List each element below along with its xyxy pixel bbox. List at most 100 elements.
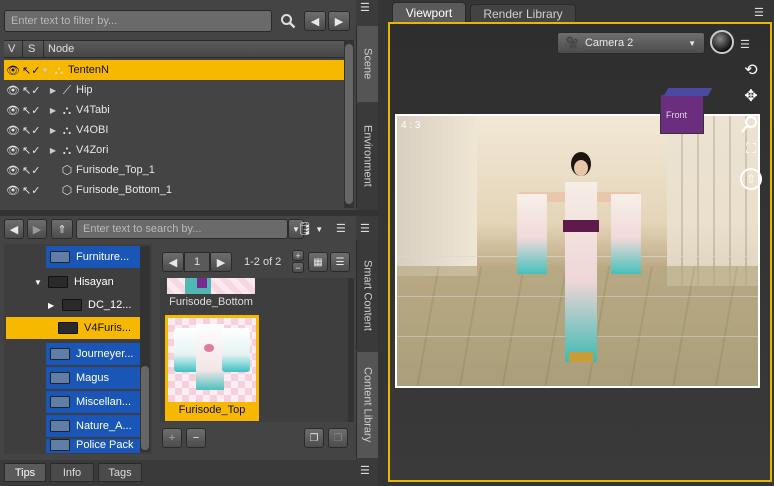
camera-icon: 🎥	[564, 36, 579, 50]
scene-filter-input[interactable]	[4, 10, 272, 32]
add-button[interactable]: +	[162, 428, 182, 448]
list-view-button[interactable]: ☰	[330, 252, 350, 272]
tab-scene[interactable]: Scene	[356, 26, 378, 102]
selectable-cursor-icon[interactable]: ↖✓	[22, 184, 40, 197]
expand-right-icon[interactable]: ▶	[48, 146, 58, 155]
expand-down-icon[interactable]: ▼	[34, 278, 44, 287]
page-number[interactable]: 1	[184, 252, 210, 272]
folder-furniture[interactable]: Furniture...	[46, 246, 140, 268]
scene-node-v4tabi[interactable]: 👁 ↖✓ ▶ ⛬ V4Tabi	[4, 100, 344, 120]
folder-magus[interactable]: Magus	[46, 367, 140, 389]
folder-police-pack[interactable]: Police Pack	[46, 439, 140, 453]
visibility-eye-icon[interactable]: 👁	[4, 144, 22, 157]
selectable-cursor-icon[interactable]: ↖✓	[22, 64, 40, 77]
scene-node-hip[interactable]: 👁 ↖✓ ▶ ⟋ Hip	[4, 80, 344, 100]
scene-scrollbar[interactable]	[344, 40, 354, 208]
content-items-scrollbar[interactable]	[348, 278, 354, 422]
folder-v4furisode[interactable]: V4Furis...	[6, 317, 140, 339]
expand-right-icon[interactable]: ▶	[48, 301, 58, 310]
expand-right-icon[interactable]: ▶	[48, 126, 58, 135]
draw-style-button[interactable]	[710, 30, 734, 54]
chevron-down-icon: ▼	[315, 224, 324, 234]
panel-menu-icon[interactable]: ☰	[360, 3, 374, 20]
arrow-left-icon: ◀	[310, 15, 320, 28]
expand-right-icon[interactable]: ▶	[48, 106, 58, 115]
expand-down-icon[interactable]: ▼	[40, 66, 50, 75]
selectable-cursor-icon[interactable]: ↖✓	[22, 104, 40, 117]
folder-dc12[interactable]: ▶ DC_12...	[48, 294, 140, 316]
tab-environment[interactable]: Environment	[356, 104, 378, 208]
scrollbar-thumb[interactable]	[345, 44, 353, 204]
folder-nature[interactable]: Nature_A...	[46, 415, 140, 437]
zoom-icon[interactable]	[740, 114, 762, 136]
visibility-eye-icon[interactable]: 👁	[4, 124, 22, 137]
grid-view-button[interactable]: ▦	[308, 252, 328, 272]
content-item-furisode-top[interactable]: Furisode_Top	[165, 315, 259, 421]
visibility-eye-icon[interactable]: 👁	[4, 164, 22, 177]
folder-tree-scrollbar[interactable]	[140, 246, 150, 452]
page-prev-button[interactable]: ◀	[162, 252, 184, 272]
content-item-furisode-bottom[interactable]: Furisode_Bottom	[166, 278, 256, 312]
panel-menu-icon[interactable]: ☰	[360, 222, 374, 236]
page-next-button[interactable]: ▶	[210, 252, 232, 272]
orbit-icon[interactable]: ⟲	[740, 60, 762, 82]
tab-smart-content[interactable]: Smart Content	[356, 240, 378, 350]
scene-node-tentenn[interactable]: 👁 ↖✓ ▼ ⛬ TentenN	[4, 60, 344, 80]
scene-search-button[interactable]	[276, 10, 300, 32]
scene-prev-button[interactable]: ◀	[304, 11, 326, 31]
visibility-eye-icon[interactable]: 👁	[4, 84, 22, 97]
visibility-eye-icon[interactable]: 👁	[4, 184, 22, 197]
tab-render-library[interactable]: Render Library	[470, 4, 576, 22]
paste-button[interactable]: ❐	[328, 428, 348, 448]
visibility-eye-icon[interactable]: 👁	[4, 104, 22, 117]
panel-menu-icon[interactable]: ☰	[754, 6, 768, 20]
expand-right-icon[interactable]: ▶	[48, 86, 58, 95]
folder-open-icon	[58, 322, 78, 334]
scene-node-v4obi[interactable]: 👁 ↖✓ ▶ ⛬ V4OBI	[4, 120, 344, 140]
tab-info[interactable]: Info	[50, 463, 94, 482]
panel-menu-icon[interactable]: ☰	[360, 464, 374, 478]
scene-node-furisode-top[interactable]: 👁 ↖✓ ⬡ Furisode_Top_1	[4, 160, 344, 180]
scene-node-furisode-bottom[interactable]: 👁 ↖✓ ⬡ Furisode_Bottom_1	[4, 180, 344, 200]
node-label: Furisode_Bottom_1	[76, 184, 172, 196]
tab-tags[interactable]: Tags	[98, 463, 142, 482]
content-up-button[interactable]: ⇑	[51, 219, 73, 239]
figure-model[interactable]	[517, 152, 641, 372]
selectable-cursor-icon[interactable]: ↖✓	[22, 84, 40, 97]
column-s[interactable]: S	[28, 43, 35, 55]
content-database-button[interactable]: 🛢 ▼	[292, 219, 328, 239]
scrollbar-thumb[interactable]	[141, 366, 149, 450]
thumbnail-image	[167, 278, 255, 294]
frame-icon[interactable]: ⛶	[740, 140, 762, 162]
view-cube[interactable]: Front	[656, 86, 716, 138]
folder-miscellaneous[interactable]: Miscellan...	[46, 391, 140, 413]
tab-tips[interactable]: Tips	[4, 463, 46, 482]
camera-selector[interactable]: 🎥 Camera 2 ▼	[557, 32, 705, 54]
folder-journeyer[interactable]: Journeyer...	[46, 343, 140, 365]
column-v[interactable]: V	[8, 43, 15, 55]
scene-node-v4zori[interactable]: 👁 ↖✓ ▶ ⛬ V4Zori	[4, 140, 344, 160]
selectable-cursor-icon[interactable]: ↖✓	[22, 164, 40, 177]
column-node[interactable]: Node	[48, 43, 74, 55]
content-search-input[interactable]	[76, 219, 288, 239]
tab-viewport[interactable]: Viewport	[392, 2, 466, 22]
folder-hisayan[interactable]: ▼ Hisayan	[34, 271, 140, 293]
zoom-in-button[interactable]: +	[292, 250, 304, 261]
tab-content-library[interactable]: Content Library	[356, 352, 378, 458]
copy-button[interactable]: ❐	[304, 428, 324, 448]
aim-up-icon[interactable]: ⇧	[740, 168, 762, 190]
remove-button[interactable]: −	[186, 428, 206, 448]
prop-icon: ⬡	[61, 163, 73, 177]
pan-icon[interactable]: ✥	[740, 86, 762, 108]
visibility-eye-icon[interactable]: 👁	[4, 64, 22, 77]
node-label: V4Zori	[76, 144, 109, 156]
render-preview[interactable]: 4 : 3	[395, 114, 760, 388]
content-back-button[interactable]: ◀	[4, 219, 24, 239]
selectable-cursor-icon[interactable]: ↖✓	[22, 124, 40, 137]
zoom-out-button[interactable]: −	[292, 262, 304, 273]
viewport-menu-icon[interactable]: ☰	[740, 38, 756, 54]
content-forward-button[interactable]: ▶	[27, 219, 47, 239]
scene-next-button[interactable]: ▶	[328, 11, 350, 31]
panel-menu-icon[interactable]: ☰	[336, 222, 350, 236]
selectable-cursor-icon[interactable]: ↖✓	[22, 144, 40, 157]
